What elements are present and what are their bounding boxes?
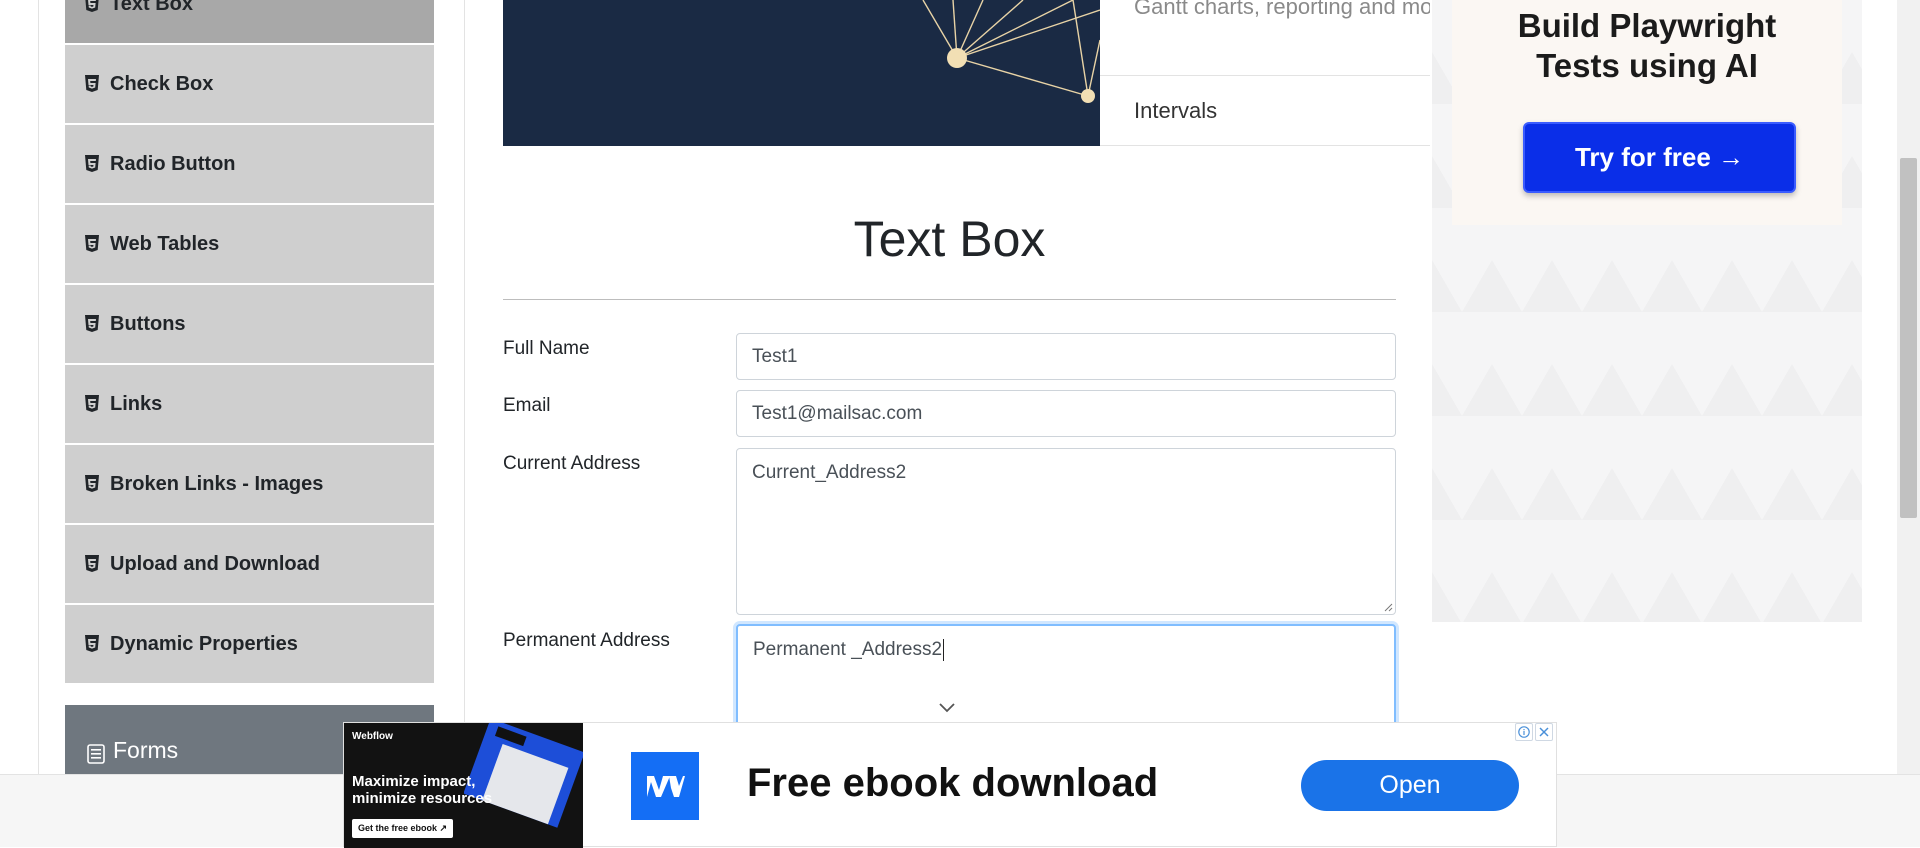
ad-headline: Build Playwright Tests using AI xyxy=(1452,6,1842,86)
permanent-address-value: Permanent _Address2 xyxy=(753,639,943,661)
ad-headline-line2: Tests using AI xyxy=(1536,47,1758,84)
email-input[interactable]: Test1@mailsac.com xyxy=(736,390,1396,437)
html5-icon xyxy=(84,395,100,413)
sidebar-item-label: Radio Button xyxy=(110,152,236,175)
html5-icon xyxy=(84,635,100,653)
sidebar-item-web-tables[interactable]: Web Tables xyxy=(65,205,434,285)
banner-image[interactable] xyxy=(503,0,1100,146)
html5-icon xyxy=(84,0,100,13)
current-address-textarea[interactable]: Current_Address2 xyxy=(736,448,1396,615)
banner-divider xyxy=(1100,75,1430,76)
full-name-label: Full Name xyxy=(503,338,590,359)
permanent-address-textarea[interactable]: Permanent _Address2 xyxy=(736,624,1396,734)
title-divider xyxy=(503,299,1396,300)
email-value: Test1@mailsac.com xyxy=(752,402,923,424)
sidebar-menu: Text Box Check Box Radio Button Web Tabl… xyxy=(65,0,434,685)
ad-headline-line1: Build Playwright xyxy=(1517,7,1777,44)
sidebar-item-label: Broken Links - Images xyxy=(110,472,324,495)
list-icon xyxy=(87,744,105,764)
email-label: Email xyxy=(503,395,551,416)
right-ad-panel[interactable]: Build Playwright Tests using AI Try for … xyxy=(1432,0,1862,622)
sidebar-item-label: Text Box xyxy=(110,0,193,15)
html5-icon xyxy=(84,555,100,573)
ad-tagline: Maximize impact, minimize resources xyxy=(352,773,493,807)
sidebar-item-radio-button[interactable]: Radio Button xyxy=(65,125,434,205)
get-free-ebook-button[interactable]: Get the free ebook ↗ xyxy=(352,819,454,838)
sidebar-item-label: Dynamic Properties xyxy=(110,632,298,655)
sidebar-item-text-box[interactable]: Text Box xyxy=(65,0,434,45)
page-title: Text Box xyxy=(853,211,1046,267)
ad-controls xyxy=(1515,723,1553,741)
sidebar-item-label: Check Box xyxy=(110,72,214,95)
bottom-ad-banner[interactable]: Webflow Maximize impact, minimize resour… xyxy=(343,722,1557,848)
sidebar-item-label: Links xyxy=(110,392,163,415)
sidebar-item-label: Buttons xyxy=(110,312,186,335)
sidebar-item-buttons[interactable]: Buttons xyxy=(65,285,434,365)
ad-thumbnail[interactable]: Webflow Maximize impact, minimize resour… xyxy=(344,723,583,848)
banner-info: Gantt charts, reporting and mo Intervals xyxy=(1100,0,1430,146)
sidebar-group-label: Forms xyxy=(113,737,179,763)
sidebar-item-upload-download[interactable]: Upload and Download xyxy=(65,525,434,605)
full-name-input[interactable]: Test1 xyxy=(736,333,1396,380)
html5-icon xyxy=(84,155,100,173)
sidebar-item-broken-links[interactable]: Broken Links - Images xyxy=(65,445,434,525)
ad-brand: Webflow xyxy=(352,731,393,742)
banner-description: Gantt charts, reporting and mo xyxy=(1134,0,1430,19)
current-address-value: Current_Address2 xyxy=(752,462,907,483)
left-panel-border xyxy=(38,0,39,774)
webflow-logo-icon xyxy=(631,752,699,820)
sidebar-item-dynamic-properties[interactable]: Dynamic Properties xyxy=(65,605,434,685)
chevron-down-icon[interactable] xyxy=(937,702,957,714)
sidebar-item-links[interactable]: Links xyxy=(65,365,434,445)
full-name-value: Test1 xyxy=(752,345,798,367)
try-for-free-button[interactable]: Try for free → xyxy=(1523,122,1796,193)
banner-link-intervals[interactable]: Intervals xyxy=(1134,98,1217,124)
ad-card: Build Playwright Tests using AI Try for … xyxy=(1452,0,1842,225)
permanent-address-label: Permanent Address xyxy=(503,630,670,651)
html5-icon xyxy=(84,475,100,493)
text-cursor xyxy=(943,639,945,661)
html5-icon xyxy=(84,315,100,333)
ad-headline-text: Free ebook download xyxy=(747,761,1159,805)
ad-info-icon[interactable] xyxy=(1515,723,1533,741)
sidebar-item-label: Upload and Download xyxy=(110,552,320,575)
html5-icon xyxy=(84,75,100,93)
resize-handle-icon[interactable] xyxy=(1383,602,1393,612)
open-button[interactable]: Open xyxy=(1301,760,1519,811)
left-panel-border-right xyxy=(464,0,465,774)
sidebar-item-label: Web Tables xyxy=(110,232,220,255)
close-icon[interactable] xyxy=(1535,723,1553,741)
left-panel: Text Box Check Box Radio Button Web Tabl… xyxy=(0,0,465,847)
network-graphic xyxy=(922,0,1100,103)
scrollbar-thumb[interactable] xyxy=(1900,158,1917,518)
html5-icon xyxy=(84,235,100,253)
sidebar-item-check-box[interactable]: Check Box xyxy=(65,45,434,125)
current-address-label: Current Address xyxy=(503,453,641,474)
